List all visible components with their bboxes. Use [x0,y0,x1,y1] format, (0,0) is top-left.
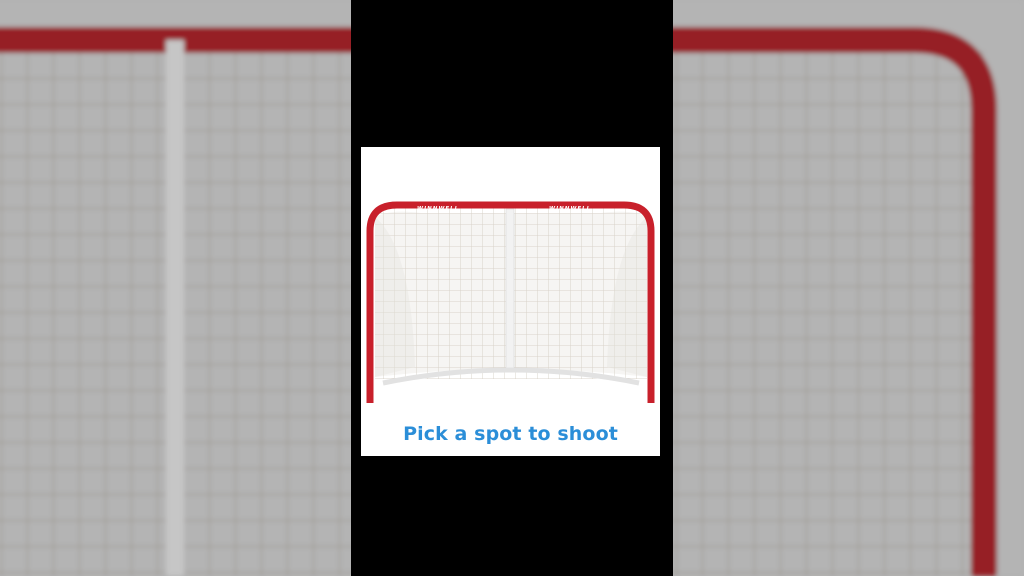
background-goal-left [0,0,351,576]
brand-logo-left: WINNWELL [417,206,459,212]
hockey-goal[interactable]: WINNWELL WINNWELL [361,147,660,407]
goal-card: WINNWELL WINNWELL Pick a spot to shoot [361,147,660,456]
shoot-prompt: Pick a spot to shoot [403,423,618,445]
center-support [505,208,515,370]
background-goal-right [673,0,1024,576]
brand-logo-right: WINNWELL [549,206,591,212]
